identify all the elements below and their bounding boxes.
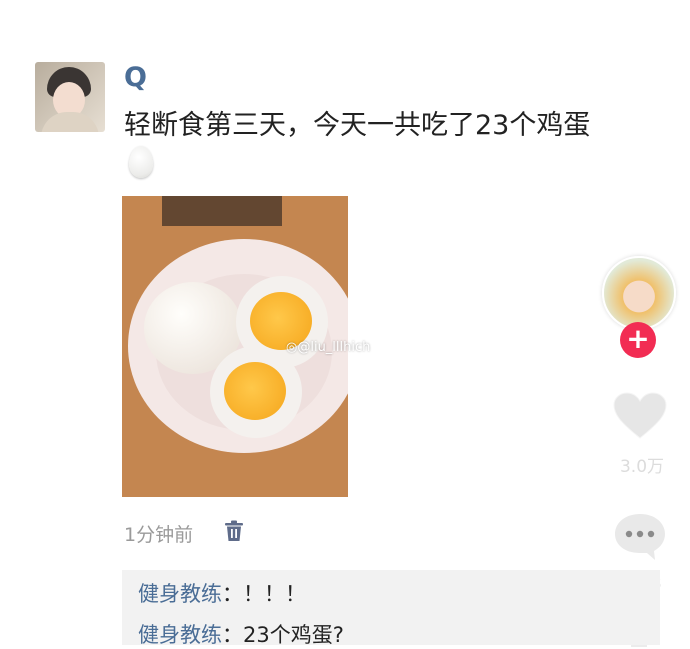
comment-list: 健身教练：！！！ 健身教练：23个鸡蛋? (122, 570, 660, 647)
comment-author[interactable]: 健身教练 (138, 623, 222, 647)
follow-button[interactable]: + (620, 322, 656, 358)
egg-yolk (224, 362, 286, 420)
creator-avatar[interactable] (602, 256, 676, 330)
poster-avatar[interactable] (35, 62, 105, 132)
comment-item[interactable]: 健身教练：！！！ (138, 578, 306, 608)
comment-separator: ： (222, 623, 243, 647)
post-time: 1分钟前 (124, 524, 194, 546)
egg-emoji-icon (129, 146, 153, 178)
post-username[interactable]: Q (124, 62, 147, 93)
photo-half-egg (210, 346, 302, 438)
image-watermark: ◎@liu_lllhich (286, 340, 370, 355)
comment-text: 23个鸡蛋? (243, 623, 344, 647)
comment-text: ！！！ (243, 582, 306, 606)
photo-background-object (162, 196, 282, 226)
trash-icon[interactable] (224, 520, 244, 542)
comment-separator: ： (222, 582, 243, 606)
comment-author[interactable]: 健身教练 (138, 582, 222, 606)
post-text: 轻断食第三天，今天一共吃了23个鸡蛋 (124, 110, 591, 141)
weibo-icon: ◎ (286, 340, 298, 355)
avatar-body (41, 112, 99, 132)
like-count: 3.0万 (619, 457, 665, 477)
heart-icon[interactable] (612, 392, 668, 440)
watermark-text: @liu_lllhich (297, 340, 371, 355)
comment-icon[interactable] (613, 512, 667, 562)
